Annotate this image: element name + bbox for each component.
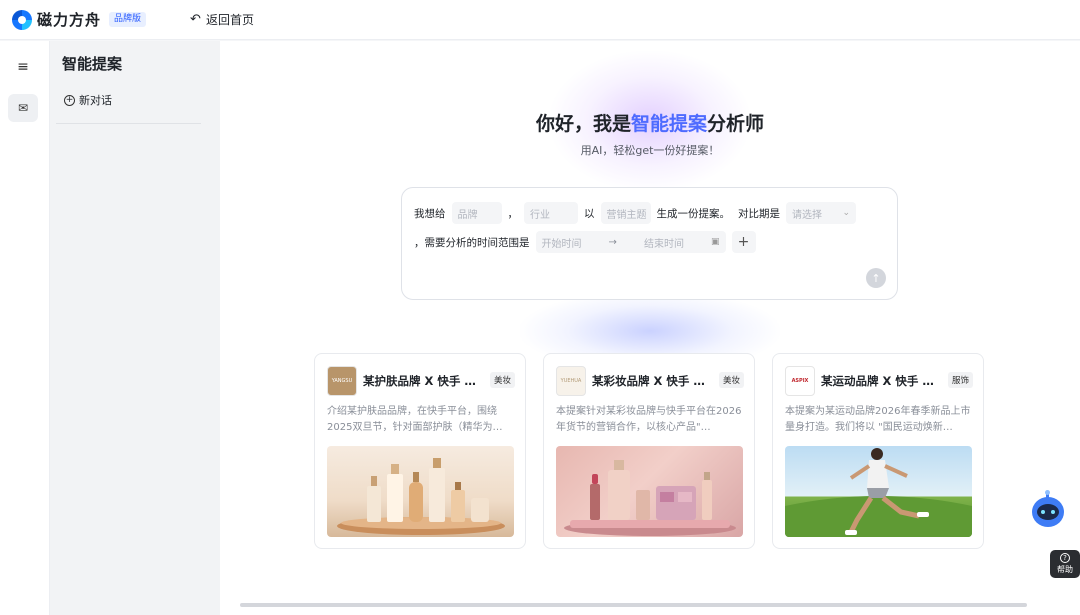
icon-rail: ≡ ✉ <box>0 41 50 615</box>
prompt-text-range: ，需要分析的时间范围是 <box>414 236 530 249</box>
menu-icon[interactable]: ≡ <box>8 53 38 81</box>
prompt-text-with: 以 <box>584 207 595 220</box>
card-tag: 服饰 <box>947 372 973 388</box>
prompt-text-generate: 生成一份提案。 <box>656 207 731 220</box>
example-card[interactable]: YANGSU 某护肤品牌 X 快手 … 美妆 介绍某护肤品品牌，在快手平台，围绕… <box>314 353 526 549</box>
app-root: 磁力方舟 品牌版 ↶ 返回首页 ≡ ✉ 智能提案 + 新对话 你好，我是智能提案… <box>0 0 1080 615</box>
select-placeholder: 请选择 <box>792 209 822 221</box>
send-button[interactable]: ↑ <box>866 268 886 288</box>
brand-badge: 品牌版 <box>109 12 147 27</box>
new-chat-label: 新对话 <box>79 94 112 107</box>
assistant-robot-icon[interactable] <box>1030 490 1066 530</box>
brand[interactable]: 磁力方舟 品牌版 <box>12 9 147 30</box>
example-cards: YANGSU 某护肤品牌 X 快手 … 美妆 介绍某护肤品品牌，在快手平台，围绕… <box>314 353 984 549</box>
calendar-icon: ▣ <box>710 237 720 247</box>
plus-circle-icon: + <box>64 94 75 106</box>
prompt-comma: ， <box>507 207 519 220</box>
card-image-skincare <box>327 446 514 537</box>
brand-logo-text: ASPIX <box>791 378 809 384</box>
example-card[interactable]: ASPIX 某运动品牌 X 快手 … 服饰 本提案为某运动品牌2026年春季新品… <box>772 353 984 549</box>
page-headline: 你好，我是智能提案分析师 <box>220 109 1080 136</box>
start-date-input[interactable]: 开始时间 <box>542 235 582 250</box>
example-card[interactable]: YUEHUA 某彩妆品牌 X 快手 … 美妆 本提案针对某彩妆品牌与快手平台在2… <box>543 353 755 549</box>
brand-logo-text: YUEHUA <box>560 378 582 384</box>
card-tag: 美妆 <box>718 372 744 388</box>
add-condition-button[interactable]: + <box>731 231 756 253</box>
card-tag: 美妆 <box>489 372 515 388</box>
end-date-input[interactable]: 结束时间 <box>644 235 684 250</box>
prompt-text-compare: 对比期是 <box>738 207 780 220</box>
headline-suffix: 分析师 <box>707 113 765 135</box>
card-title: 某护肤品牌 X 快手 … <box>363 374 476 388</box>
main-panel: 你好，我是智能提案分析师 用AI，轻松get一份好提案！ 我想给 品牌 ， 行业… <box>220 41 1080 615</box>
brand-logo-text: YANGSU <box>331 378 353 384</box>
card-description: 介绍某护肤品品牌，在快手平台，围绕2025双旦节，针对面部护肤（精华为… <box>327 406 503 433</box>
sidebar-divider <box>56 123 201 124</box>
back-home-button[interactable]: ↶ 返回首页 <box>190 11 254 28</box>
sidebar: 智能提案 + 新对话 <box>50 41 220 615</box>
brand-logo: YUEHUA <box>556 366 586 396</box>
prompt-text-intro: 我想给 <box>414 207 446 220</box>
brand-input[interactable]: 品牌 <box>451 202 502 224</box>
card-description: 本提案针对某彩妆品牌与快手平台在2026年货节的营销合作，以核心产品"… <box>556 406 742 433</box>
robot-graphic <box>1032 490 1064 527</box>
new-chat-button[interactable]: + 新对话 <box>64 92 112 108</box>
prompt-line-2: ，需要分析的时间范围是 开始时间 → 结束时间 ▣ + <box>414 231 756 253</box>
range-arrow-icon: → <box>608 236 617 248</box>
headline-accent: 智能提案 <box>630 113 707 135</box>
prompt-line-1: 我想给 品牌 ， 行业 以 营销主题 生成一份提案。 对比期是 请选择 ⌄ <box>414 202 862 224</box>
page-subtitle: 用AI，轻松get一份好提案！ <box>580 144 720 157</box>
card-image-sport <box>785 446 972 537</box>
brand-logo: YANGSU <box>327 366 357 396</box>
prompt-card: 我想给 品牌 ， 行业 以 营销主题 生成一份提案。 对比期是 请选择 ⌄ ，需… <box>401 187 898 300</box>
card-title: 某运动品牌 X 快手 … <box>821 374 934 388</box>
chevron-down-icon: ⌄ <box>842 208 850 218</box>
question-icon: ? <box>1060 553 1070 563</box>
compare-period-select[interactable]: 请选择 ⌄ <box>786 202 856 224</box>
help-button[interactable]: ? 帮助 <box>1050 550 1080 578</box>
sidebar-title: 智能提案 <box>62 55 123 73</box>
date-range-picker[interactable]: 开始时间 → 结束时间 ▣ <box>535 231 726 253</box>
help-label: 帮助 <box>1057 565 1073 574</box>
makeup-illustration <box>564 460 736 536</box>
industry-input[interactable]: 行业 <box>524 202 578 224</box>
horizontal-scrollbar[interactable] <box>240 603 1027 607</box>
topic-input[interactable]: 营销主题 <box>600 202 651 224</box>
card-title: 某彩妆品牌 X 快手 … <box>592 374 705 388</box>
card-description: 本提案为某运动品牌2026年春季新品上市量身打造。我们将以 "国民运动焕新… <box>785 406 971 433</box>
skincare-illustration <box>337 458 505 535</box>
headline-prefix: 你好，我是 <box>535 113 631 135</box>
runner-illustration <box>785 448 972 537</box>
back-home-label: 返回首页 <box>205 13 254 27</box>
top-bar: 磁力方舟 品牌版 ↶ 返回首页 <box>0 0 1080 40</box>
mail-icon[interactable]: ✉ <box>8 94 38 122</box>
brand-logo-icon <box>12 9 32 30</box>
undo-arrow-icon: ↶ <box>190 12 201 27</box>
card-image-makeup <box>556 446 743 537</box>
brand-name: 磁力方舟 <box>37 11 102 29</box>
brand-logo: ASPIX <box>785 366 815 396</box>
